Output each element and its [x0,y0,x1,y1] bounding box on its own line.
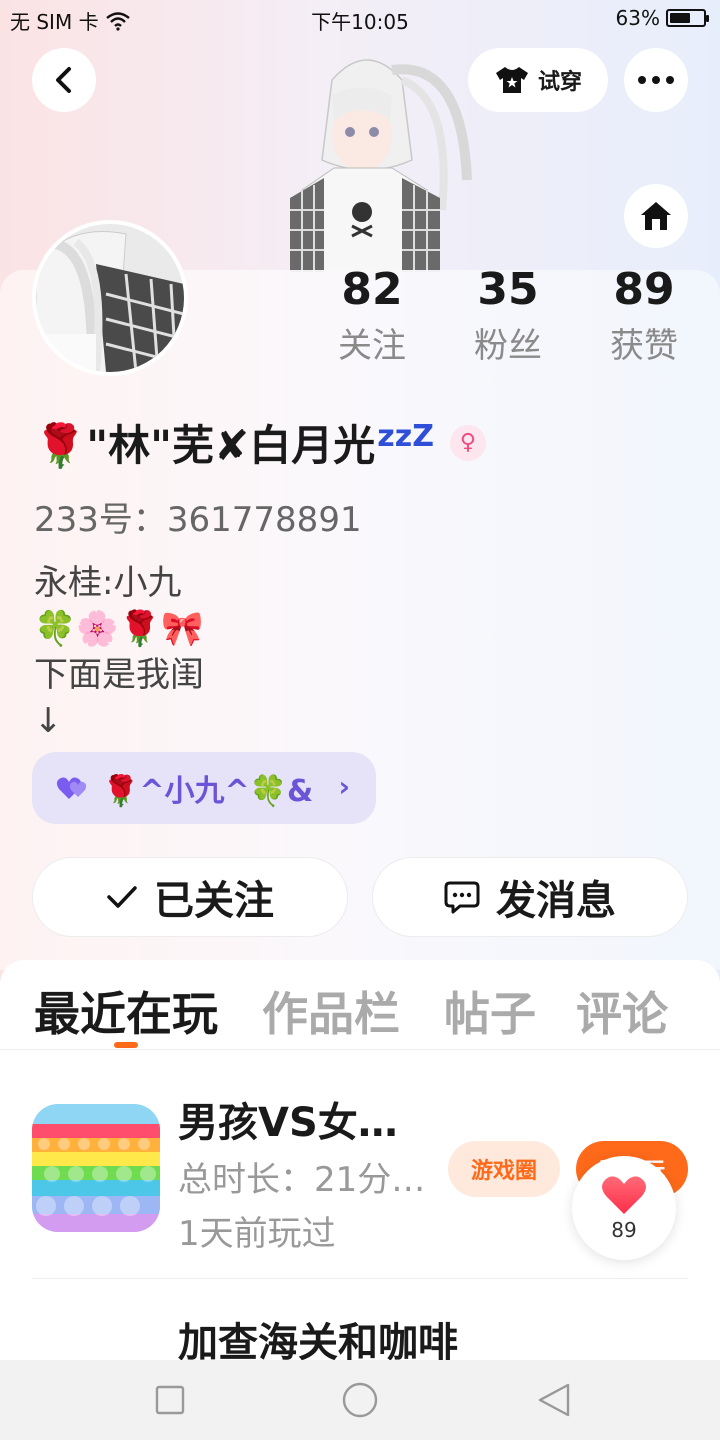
battery-text: 63% [615,6,660,30]
send-message-label: 发消息 [496,878,616,924]
battery-fill [670,13,691,23]
heart-icon [602,1176,646,1214]
send-message-button[interactable]: 发消息 [372,857,688,937]
tab-works[interactable]: 作品栏 [262,978,400,1044]
stat-followers[interactable]: 35 粉丝 [448,262,568,374]
user-id: 233号：361778891 [34,500,362,540]
likes-count: 89 [613,264,675,315]
followed-label: 已关注 [154,878,274,924]
stat-following[interactable]: 82 关注 [312,262,432,374]
more-icon [638,76,674,84]
bio-line: 下面是我闺 [34,655,204,695]
avatar-character-illustration [262,40,472,272]
more-button[interactable] [624,48,688,112]
bio-line: 永桂:小九 [34,563,182,603]
avatar-image [36,224,184,372]
status-bar: 无 SIM 卡 下午10:05 63% [0,0,720,40]
tab-posts[interactable]: 帖子 [444,978,536,1044]
stat-likes[interactable]: 89 获赞 [584,262,704,374]
double-heart-icon [56,777,87,799]
bio-line: ↓ [34,701,63,741]
chevron-right-icon: › [338,770,350,803]
active-tab-indicator [114,1042,138,1048]
like-button[interactable]: 89 [572,1156,676,1260]
relationship-chip-label: 🌹^小九^🍀& [102,774,314,809]
try-on-button[interactable]: 试穿 [468,48,608,112]
try-on-label: 试穿 [537,70,582,95]
home-circle-icon[interactable] [341,1381,379,1419]
like-count: 89 [611,1218,637,1242]
tabs-divider [0,1049,720,1050]
back-button[interactable] [32,48,96,112]
back-triangle-icon[interactable] [536,1382,572,1418]
followers-count: 35 [477,264,539,315]
game-title[interactable]: 男孩VS女… [178,1090,398,1148]
back-icon [56,67,71,93]
chat-bubble-icon [444,881,480,914]
bio-line: 🍀🌸🌹🎀 [34,609,204,649]
status-time: 下午10:05 [311,10,409,34]
nickname-text: 🌹"林"芜✘白月光 [34,421,376,470]
tshirt-icon [495,67,528,93]
relationship-chip[interactable]: 🌹^小九^🍀& › [32,752,376,824]
system-navigation-bar [0,1360,720,1440]
tab-recently-played[interactable]: 最近在玩 [34,978,218,1044]
likes-label: 获赞 [610,326,678,366]
nickname-suffix: zzZ [377,419,434,454]
game-circle-button[interactable]: 游戏圈 [448,1141,560,1197]
avatar[interactable] [32,220,188,376]
female-icon: ♀ [449,424,486,461]
game-duration: 总时长：21分… [178,1160,426,1200]
bio: 永桂:小九 🍀🌸🌹🎀 下面是我闺 ↓ [34,560,204,744]
battery-icon [666,9,709,27]
nickname: 🌹"林"芜✘白月光 zzZ ♀ [34,412,486,473]
check-icon [107,886,137,908]
home-button[interactable] [624,184,688,248]
tab-comments[interactable]: 评论 [576,978,668,1044]
home-icon [641,202,671,230]
game-last-played: 1天前玩过 [178,1214,336,1254]
followed-button[interactable]: 已关注 [32,857,348,937]
following-count: 82 [341,264,403,315]
followers-label: 粉丝 [474,326,542,366]
following-label: 关注 [338,326,406,366]
status-right: 63% [615,6,709,30]
recents-icon[interactable] [155,1385,185,1415]
game-icon[interactable] [32,1104,160,1232]
list-divider [32,1278,688,1279]
